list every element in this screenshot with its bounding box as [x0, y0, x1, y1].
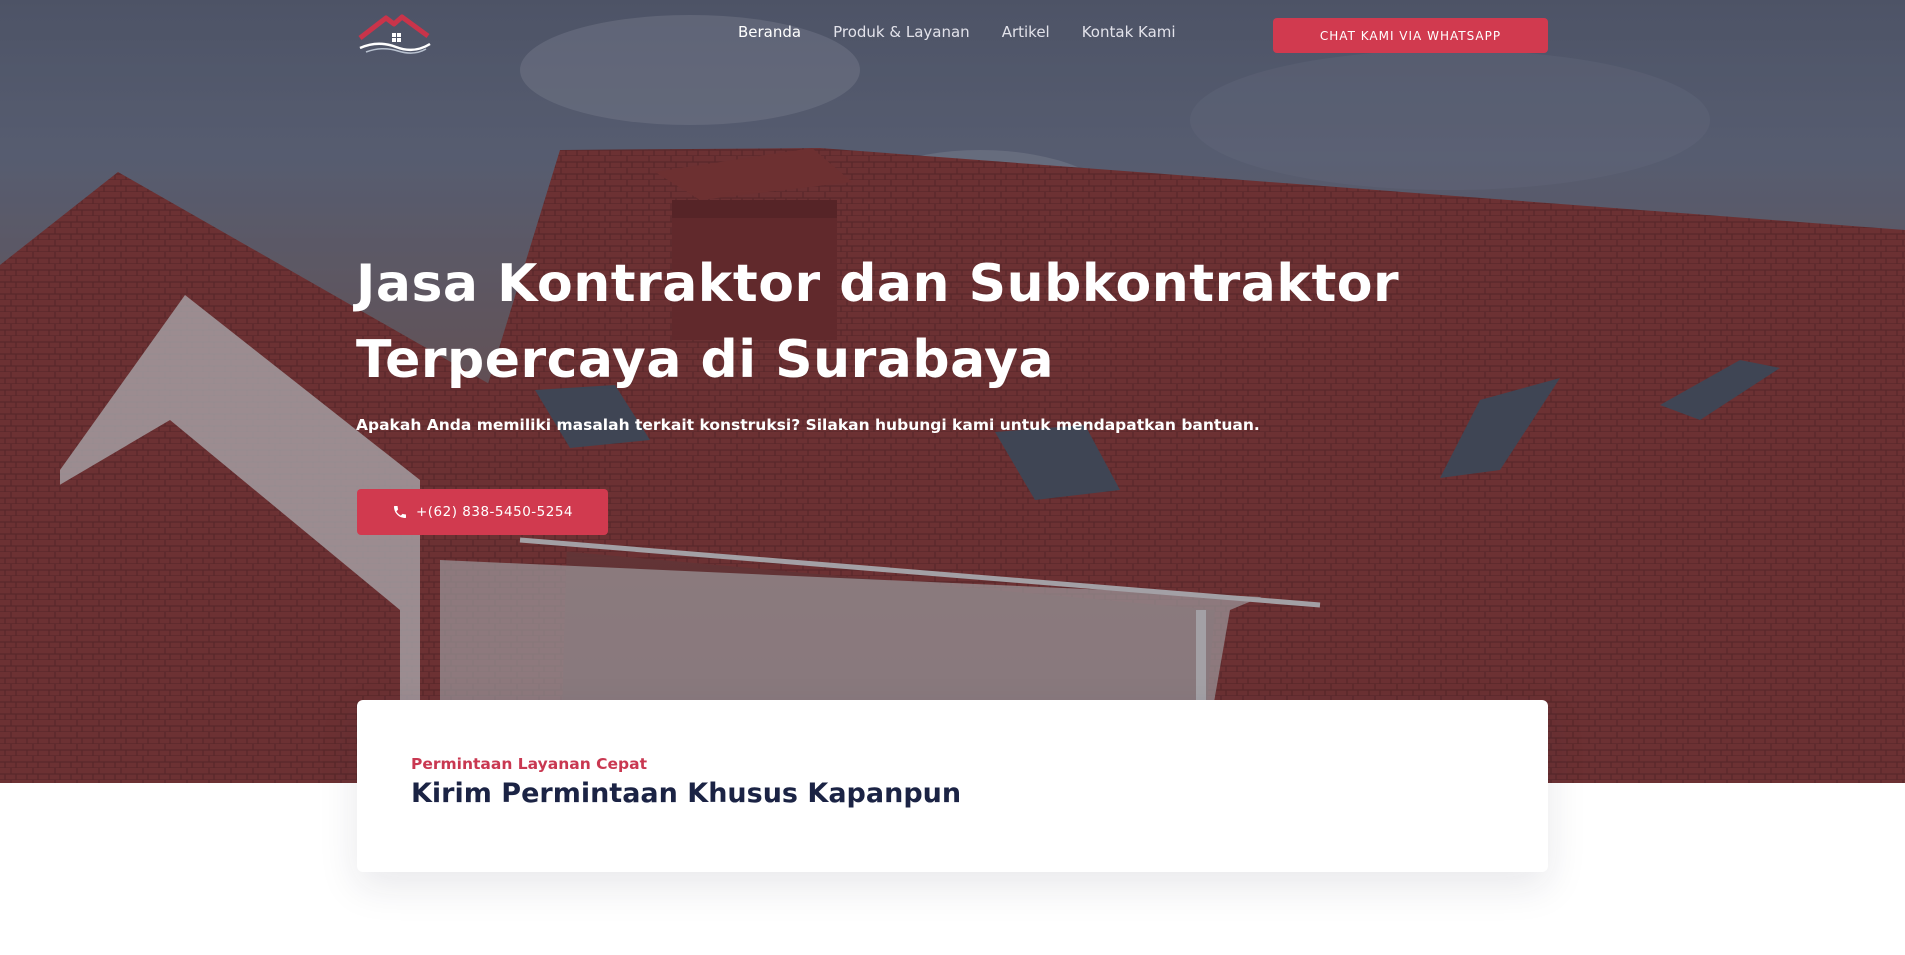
nav-item-beranda[interactable]: Beranda: [738, 23, 801, 41]
whatsapp-chat-button[interactable]: CHAT KAMI VIA WHATSAPP: [1273, 18, 1548, 53]
nav-item-kontak-kami[interactable]: Kontak Kami: [1082, 23, 1176, 41]
nav-item-produk-layanan[interactable]: Produk & Layanan: [833, 23, 970, 41]
hero-title-line-1: Jasa Kontraktor dan Subkontraktor: [356, 254, 1400, 314]
card-title: Kirim Permintaan Khusus Kapanpun: [411, 778, 962, 809]
phone-icon: [393, 506, 406, 518]
top-navbar: Beranda Produk & Layanan Artikel Kontak …: [0, 0, 1905, 70]
hero-title: Jasa Kontraktor dan Subkontraktor Terper…: [356, 246, 1406, 398]
main-menu: Beranda Produk & Layanan Artikel Kontak …: [738, 23, 1176, 41]
hero-subtitle: Apakah Anda memiliki masalah terkait kon…: [356, 416, 1260, 434]
hero-content: Jasa Kontraktor dan Subkontraktor Terper…: [356, 246, 1406, 434]
quick-request-card: Permintaan Layanan Cepat Kirim Permintaa…: [357, 700, 1548, 872]
phone-call-button[interactable]: +(62) 838-5450-5254: [357, 489, 608, 535]
card-eyebrow: Permintaan Layanan Cepat: [411, 755, 647, 773]
nav-item-artikel[interactable]: Artikel: [1002, 23, 1050, 41]
house-roof-logo-icon[interactable]: [356, 14, 432, 54]
phone-number-label: +(62) 838-5450-5254: [415, 504, 574, 520]
hero-title-line-2: Terpercaya di Surabaya: [356, 330, 1055, 390]
